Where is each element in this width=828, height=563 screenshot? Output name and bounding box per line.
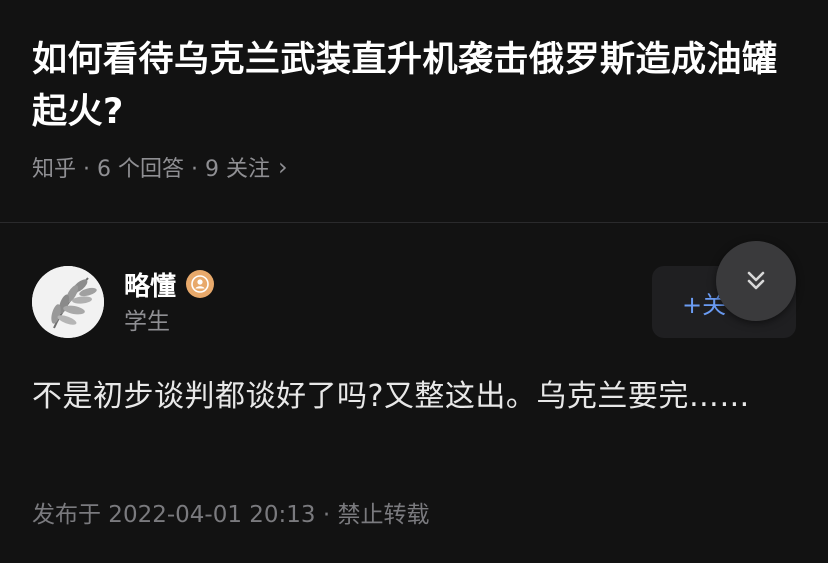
chevron-right-icon: › bbox=[277, 153, 288, 181]
question-stats: 知乎 · 6 个回答 · 9 关注 bbox=[32, 157, 270, 182]
chevrons-down-icon bbox=[747, 271, 765, 290]
collapse-button[interactable] bbox=[716, 241, 796, 321]
author-avatar[interactable] bbox=[32, 266, 104, 338]
answer-content[interactable]: 不是初步谈判都谈好了吗?又整这出。乌克兰要完…… bbox=[32, 370, 792, 424]
answer-meta: 发布于 2022-04-01 20:13 · 禁止转载 bbox=[32, 502, 430, 528]
author-bio: 学生 bbox=[124, 309, 170, 335]
question-title[interactable]: 如何看待乌克兰武装直升机袭击俄罗斯造成油罐起火? bbox=[32, 34, 792, 138]
leaf-avatar-icon bbox=[32, 266, 104, 338]
author-name[interactable]: 略懂 bbox=[124, 266, 215, 302]
author-name-text: 略懂 bbox=[124, 271, 177, 302]
user-badge-icon bbox=[186, 270, 215, 298]
question-meta-link[interactable]: 知乎 · 6 个回答 · 9 关注 › bbox=[32, 150, 288, 184]
section-divider bbox=[0, 222, 828, 223]
